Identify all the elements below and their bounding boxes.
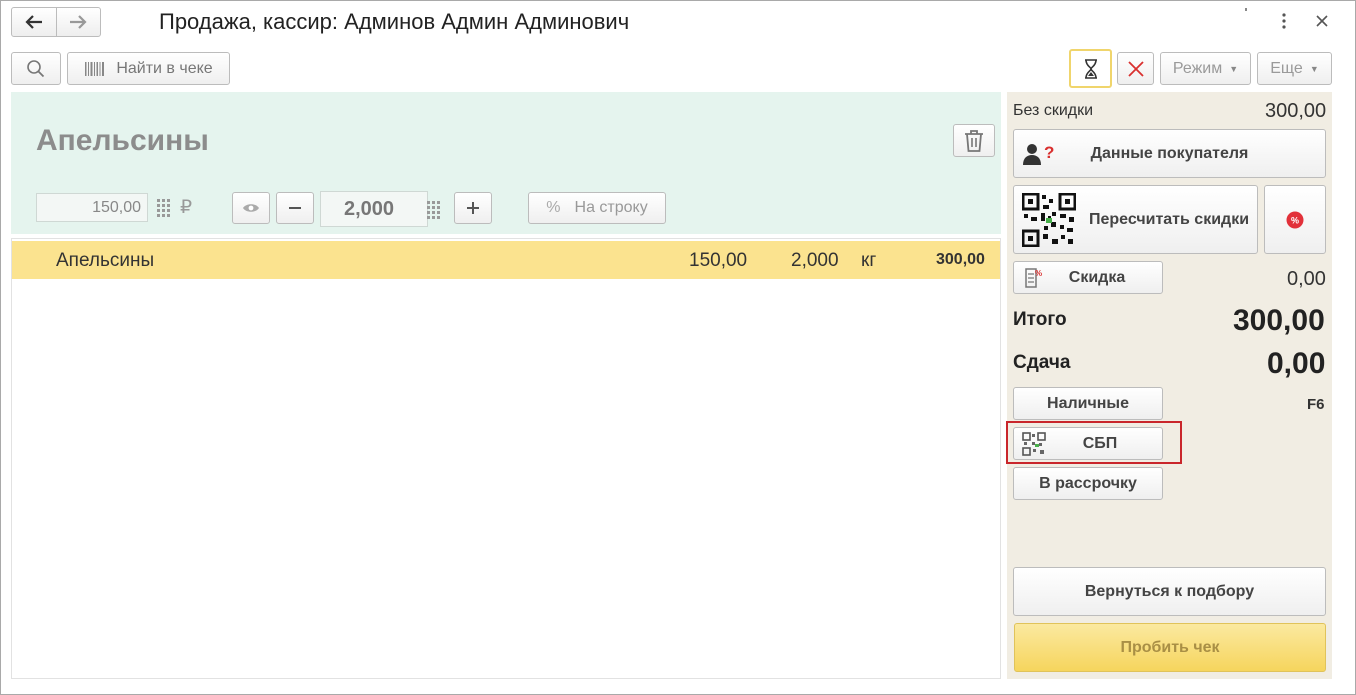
sbp-payment-button[interactable]: СБП bbox=[1013, 427, 1163, 460]
keypad-icon[interactable] bbox=[151, 193, 177, 222]
customer-question-icon: ? bbox=[1023, 143, 1054, 165]
chevron-down-icon: ▼ bbox=[1309, 63, 1319, 74]
recalc-discounts-button[interactable]: Пересчитать скидки bbox=[1013, 185, 1258, 254]
minus-icon bbox=[289, 207, 301, 209]
chevron-down-icon: ▼ bbox=[1229, 63, 1239, 74]
discount-button[interactable]: % Скидка bbox=[1013, 261, 1163, 294]
search-icon bbox=[27, 59, 45, 77]
discount-label: Скидка bbox=[1068, 268, 1126, 286]
installment-button[interactable]: В рассрочку bbox=[1013, 467, 1163, 500]
row-discount-label: На строку bbox=[574, 199, 648, 216]
change-label: Сдача bbox=[1013, 352, 1071, 373]
recalc-discounts-label: Пересчитать скидки bbox=[1088, 210, 1250, 228]
quantity-field[interactable]: 2,000 bbox=[320, 191, 428, 227]
price-field[interactable]: 150,00 bbox=[36, 193, 148, 222]
increase-quantity-button[interactable] bbox=[454, 192, 492, 224]
sbp-label: СБП bbox=[1082, 434, 1118, 452]
barcode-icon bbox=[85, 61, 105, 76]
decrease-quantity-button[interactable] bbox=[276, 192, 314, 224]
eye-icon bbox=[243, 204, 259, 212]
mode-label: Режим bbox=[1172, 59, 1223, 77]
row-sum: 300,00 bbox=[936, 251, 985, 268]
cancel-receipt-button[interactable] bbox=[1117, 52, 1154, 85]
hourglass-icon bbox=[1084, 58, 1097, 79]
row-quantity: 2,000 bbox=[791, 250, 839, 271]
forward-arrow-icon[interactable] bbox=[55, 8, 100, 36]
more-label: Еще bbox=[1270, 59, 1303, 77]
cash-payment-button[interactable]: Наличные bbox=[1013, 387, 1163, 420]
no-discount-label: Без скидки bbox=[1013, 102, 1094, 119]
hourglass-button[interactable] bbox=[1069, 49, 1112, 88]
svg-text:%: % bbox=[1291, 215, 1299, 225]
customer-data-label: Данные покупателя bbox=[1090, 144, 1249, 162]
close-icon[interactable] bbox=[1314, 13, 1330, 29]
plus-icon bbox=[467, 202, 479, 214]
percent-icon: % bbox=[546, 199, 561, 216]
search-button[interactable] bbox=[11, 52, 61, 85]
print-receipt-label: Пробить чек bbox=[1120, 638, 1220, 656]
back-arrow-icon[interactable] bbox=[12, 8, 56, 36]
manual-discount-button[interactable]: % bbox=[1264, 185, 1326, 254]
total-label: Итого bbox=[1013, 309, 1067, 330]
installment-label: В рассрочку bbox=[1039, 474, 1137, 492]
table-row[interactable]: Апельсины 150,00 2,000 кг 300,00 bbox=[12, 241, 1000, 279]
view-button[interactable] bbox=[232, 192, 270, 224]
change-value: 0,00 bbox=[1267, 347, 1326, 380]
red-cross-icon bbox=[1127, 60, 1144, 77]
row-price: 150,00 bbox=[689, 250, 748, 271]
currency-sign: ₽ bbox=[180, 197, 193, 218]
kebab-menu-icon[interactable] bbox=[1277, 11, 1291, 31]
cash-label: Наличные bbox=[1047, 394, 1129, 412]
row-unit: кг bbox=[861, 250, 877, 271]
customer-data-button[interactable]: ? Данные покупателя bbox=[1013, 129, 1326, 178]
current-item-panel: Апельсины 150,00 ₽ 2,000 % На строку bbox=[11, 92, 1001, 234]
delete-item-button[interactable] bbox=[953, 124, 995, 157]
back-to-selection-label: Вернуться к подбору bbox=[1084, 582, 1255, 600]
qr-code-icon bbox=[1022, 193, 1076, 247]
back-to-selection-button[interactable]: Вернуться к подбору bbox=[1013, 567, 1326, 616]
no-discount-value: 300,00 bbox=[1265, 100, 1327, 122]
sale-window: Продажа, кассир: Админов Админ Админович… bbox=[0, 0, 1356, 695]
print-receipt-button[interactable]: Пробить чек bbox=[1014, 623, 1326, 672]
keypad-icon[interactable] bbox=[421, 195, 447, 224]
svg-text:?: ? bbox=[1044, 143, 1054, 162]
receipt-table: Апельсины 150,00 2,000 кг 300,00 bbox=[11, 238, 1001, 679]
current-item-title: Апельсины bbox=[36, 124, 209, 157]
navigation-buttons bbox=[11, 7, 101, 37]
find-label: Найти в чеке bbox=[116, 59, 213, 77]
percent-badge-icon: % bbox=[1286, 211, 1304, 228]
row-discount-button[interactable]: % На строку bbox=[528, 192, 666, 224]
mode-dropdown-button[interactable]: Режим ▼ bbox=[1160, 52, 1251, 85]
cash-hotkey: F6 bbox=[1307, 396, 1325, 413]
sbp-qr-icon bbox=[1022, 432, 1046, 456]
more-dropdown-button[interactable]: Еще ▼ bbox=[1257, 52, 1332, 85]
discount-receipt-icon: % bbox=[1025, 268, 1042, 288]
row-name: Апельсины bbox=[56, 250, 155, 271]
find-in-receipt-button[interactable]: Найти в чеке bbox=[67, 52, 230, 85]
tiny-dot-icon bbox=[1245, 8, 1247, 11]
trash-icon bbox=[965, 129, 983, 152]
window-title: Продажа, кассир: Админов Админ Админович bbox=[159, 9, 630, 34]
svg-text:%: % bbox=[1035, 269, 1042, 278]
total-value: 300,00 bbox=[1233, 304, 1325, 337]
discount-value: 0,00 bbox=[1287, 268, 1326, 290]
